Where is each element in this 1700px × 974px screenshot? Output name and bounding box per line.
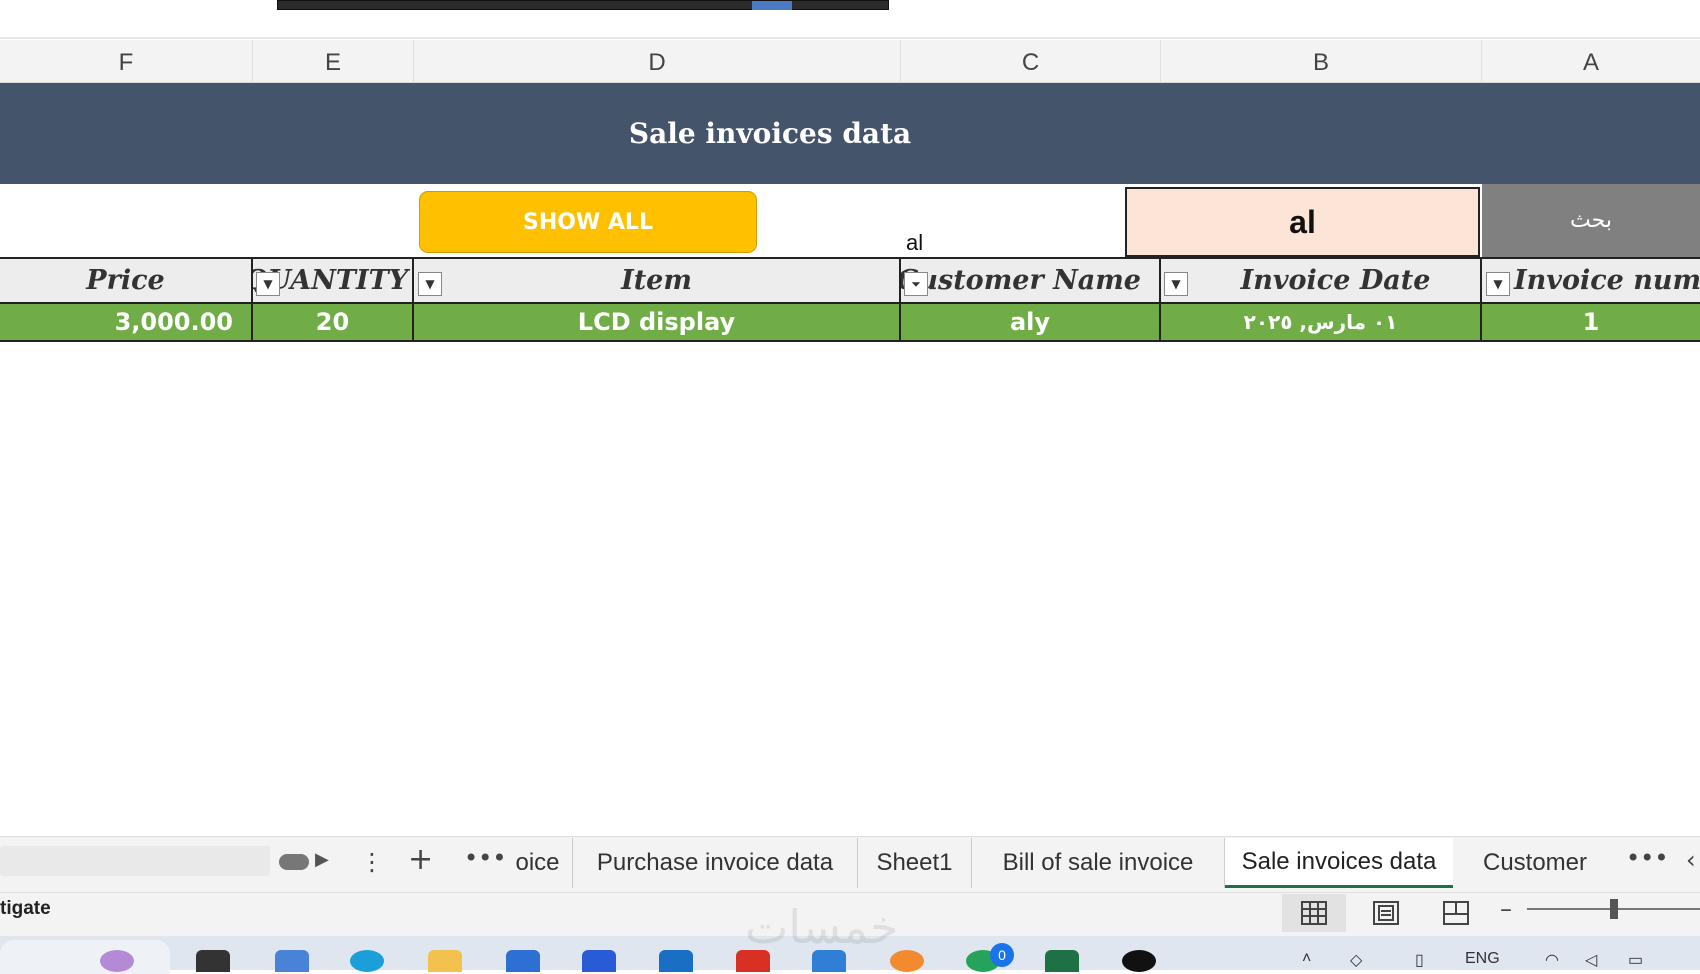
- wifi-icon[interactable]: ◠: [1545, 950, 1559, 970]
- header-price: Price: [0, 259, 253, 304]
- horizontal-scrollbar[interactable]: [0, 846, 270, 876]
- title-banner: Sale invoices data: [0, 83, 1700, 184]
- banner-title: Sale invoices data: [628, 117, 912, 150]
- edge-icon[interactable]: [350, 950, 384, 972]
- scroll-thumb[interactable]: [279, 854, 309, 870]
- search-input[interactable]: [1125, 187, 1480, 257]
- copilot-icon[interactable]: [275, 950, 309, 972]
- status-text: tigate: [0, 898, 51, 919]
- highlight-block: [752, 1, 792, 10]
- column-header-e[interactable]: E: [253, 40, 414, 83]
- show-all-button[interactable]: SHOW ALL: [419, 191, 757, 253]
- sheet-tab-sale-invoices-data[interactable]: Sale invoices data: [1225, 838, 1453, 888]
- header-customer-name: Customer Name: [901, 259, 1161, 304]
- battery-icon[interactable]: ▭: [1628, 950, 1643, 970]
- column-header-a[interactable]: A: [1482, 40, 1700, 83]
- filter-dropdown-icon[interactable]: ▼: [256, 272, 280, 296]
- file-explorer-icon[interactable]: [428, 950, 462, 972]
- sheet-tab-bill-of-sale-invoice[interactable]: Bill of sale invoice: [972, 838, 1225, 888]
- cell-item[interactable]: LCD display: [414, 304, 901, 342]
- volume-icon[interactable]: ◁: [1585, 950, 1597, 970]
- vertical-dots-icon[interactable]: ⋮: [360, 848, 384, 876]
- top-window-strip: [277, 0, 889, 10]
- sheet-tab[interactable]: oice: [503, 838, 573, 888]
- widgets-area[interactable]: [0, 940, 170, 974]
- cell-price[interactable]: 3,000.00: [0, 304, 253, 342]
- cell-invoice-number[interactable]: 1: [1482, 304, 1700, 342]
- filter-active-icon[interactable]: ⏷: [904, 272, 928, 296]
- column-header-row: F E D C B A: [0, 40, 1700, 83]
- chevron-left-icon[interactable]: ‹: [1686, 846, 1696, 874]
- header-item: Item: [414, 259, 901, 304]
- microphone-icon[interactable]: ▯: [1415, 950, 1424, 970]
- filter-dropdown-icon[interactable]: ▼: [418, 272, 442, 296]
- excel-icon[interactable]: [1045, 950, 1079, 972]
- header-invoice-number: Invoice number: [1482, 259, 1700, 304]
- search-label: بحث: [1482, 184, 1700, 257]
- cell-invoice-date[interactable]: ٠١ مارس, ٢٠٢٥: [1161, 304, 1482, 342]
- sheet-tab-sheet1[interactable]: Sheet1: [858, 838, 972, 888]
- filter-dropdown-icon[interactable]: ▼: [1486, 272, 1510, 296]
- separator: [0, 37, 1700, 39]
- cell-quantity[interactable]: 20: [253, 304, 414, 342]
- column-header-f[interactable]: F: [0, 40, 253, 83]
- record-icon[interactable]: [1122, 950, 1156, 972]
- more-sheets-right-icon[interactable]: •••: [1626, 844, 1668, 872]
- zoom-slider-thumb[interactable]: [1610, 899, 1618, 919]
- language-indicator[interactable]: ENG: [1465, 950, 1500, 968]
- column-header-d[interactable]: D: [414, 40, 901, 83]
- play-right-icon[interactable]: ▶: [315, 849, 329, 870]
- column-header-c[interactable]: C: [901, 40, 1161, 83]
- header-invoice-date: Invoice Date: [1161, 259, 1482, 304]
- zoom-out-icon[interactable]: –: [1500, 895, 1512, 923]
- chevron-up-icon[interactable]: ˄: [1302, 950, 1311, 968]
- normal-view-icon[interactable]: [1282, 894, 1346, 932]
- flower-widget-icon[interactable]: [100, 950, 134, 972]
- outlook-icon[interactable]: [659, 950, 693, 972]
- add-sheet-icon[interactable]: +: [408, 842, 433, 877]
- network-icon[interactable]: ◇: [1350, 950, 1362, 970]
- sheet-tab-customer[interactable]: Customer: [1460, 838, 1610, 888]
- cell-customer-name[interactable]: aly: [901, 304, 1161, 342]
- store-icon[interactable]: [506, 950, 540, 972]
- page-break-icon[interactable]: [1424, 894, 1488, 932]
- sheet-tab-purchase-invoice-data[interactable]: Purchase invoice data: [573, 838, 858, 888]
- column-header-b[interactable]: B: [1161, 40, 1482, 83]
- notification-badge: 0: [990, 943, 1014, 967]
- filter-dropdown-icon[interactable]: ▼: [1164, 272, 1188, 296]
- more-sheets-left-icon[interactable]: •••: [464, 844, 506, 872]
- page-layout-icon[interactable]: [1354, 894, 1418, 932]
- app-icon[interactable]: [582, 950, 616, 972]
- task-view-icon[interactable]: [196, 950, 230, 972]
- criteria-text: al: [906, 230, 924, 255]
- watermark-text: خمسات: [745, 900, 899, 954]
